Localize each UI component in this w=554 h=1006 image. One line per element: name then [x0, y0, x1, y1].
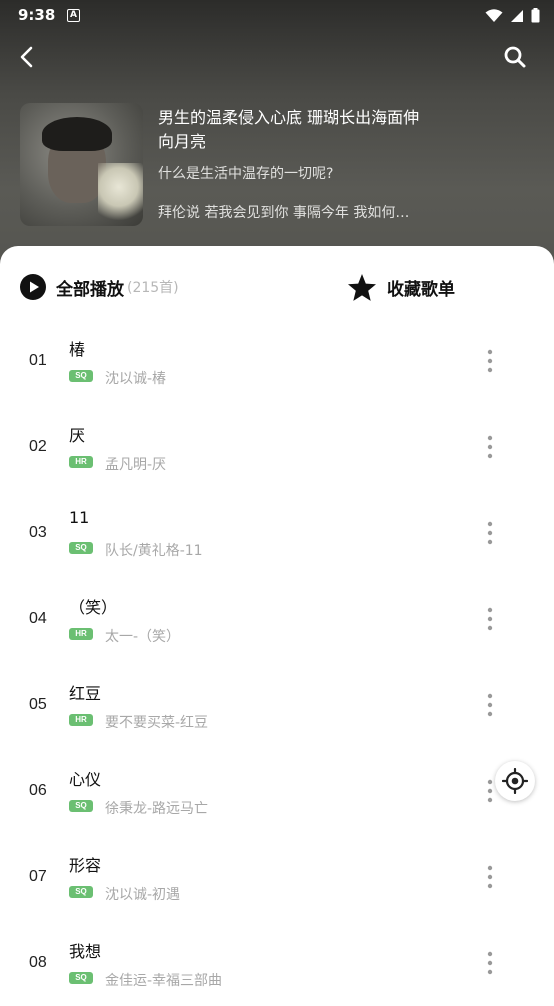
song-artist: 孟凡明-厌: [105, 457, 167, 473]
playlist-subtitle: 什么是生活中温存的一切呢?: [158, 166, 334, 182]
song-title: 我想: [69, 942, 102, 961]
collect-playlist-button[interactable]: 收藏歌单: [347, 272, 455, 302]
song-number: 07: [29, 868, 47, 885]
song-artist: 沈以诚-椿: [105, 371, 167, 387]
quality-badge: HR: [69, 714, 93, 726]
quality-badge: SQ: [69, 542, 93, 554]
quality-badge: SQ: [69, 800, 93, 812]
song-number: 02: [29, 438, 47, 455]
more-options-icon[interactable]: [482, 348, 498, 374]
battery-icon: [531, 8, 540, 23]
more-options-icon[interactable]: [482, 606, 498, 632]
song-title: 椿: [69, 340, 86, 359]
song-row[interactable]: 06 心仪 SQ 徐秉龙-路远马亡: [0, 748, 554, 834]
back-icon: [20, 46, 33, 68]
song-number: 05: [29, 696, 47, 713]
status-indicator: A: [67, 9, 80, 22]
play-all-button[interactable]: 全部播放 (215首): [20, 273, 179, 301]
song-row[interactable]: 02 厌 HR 孟凡明-厌: [0, 404, 554, 490]
song-artist: 徐秉龙-路远马亡: [105, 801, 209, 817]
song-artist: 金佳运-幸福三部曲: [105, 973, 223, 989]
more-options-icon[interactable]: [482, 520, 498, 546]
song-number: 06: [29, 782, 47, 799]
song-artist: 沈以诚-初遇: [105, 887, 181, 903]
more-options-icon[interactable]: [482, 434, 498, 460]
more-options-icon[interactable]: [482, 692, 498, 718]
more-options-icon[interactable]: [482, 950, 498, 976]
quality-badge: SQ: [69, 370, 93, 382]
back-button[interactable]: [14, 44, 40, 70]
song-row[interactable]: 07 形容 SQ 沈以诚-初遇: [0, 834, 554, 920]
playlist-cover[interactable]: [20, 103, 143, 226]
play-circle-icon: [20, 274, 46, 300]
more-options-icon[interactable]: [482, 864, 498, 890]
song-title: 红豆: [69, 684, 102, 703]
search-icon: [504, 46, 526, 68]
quality-badge: SQ: [69, 886, 93, 898]
song-row[interactable]: 08 我想 SQ 金佳运-幸福三部曲: [0, 920, 554, 1006]
song-row[interactable]: 04 （笑） HR 太一-（笑）: [0, 576, 554, 662]
locate-current-song-button[interactable]: [495, 761, 535, 801]
collect-label: 收藏歌单: [387, 279, 455, 300]
cover-figure-hair: [42, 117, 112, 151]
locate-icon: [502, 768, 528, 794]
cover-flowers: [98, 163, 143, 223]
play-all-label: 全部播放: [56, 279, 124, 300]
status-bar: 9:38 A: [0, 0, 554, 30]
song-number: 01: [29, 352, 47, 369]
song-title: 形容: [69, 856, 102, 875]
status-time: 9:38: [18, 6, 56, 24]
song-count: (215首): [127, 280, 179, 296]
song-artist: 要不要买菜-红豆: [105, 715, 209, 731]
song-title: （笑）: [69, 598, 118, 617]
song-list: 01 椿 SQ 沈以诚-椿 02 厌 HR 孟凡明-厌 03 11 SQ 队长/…: [0, 318, 554, 1006]
quality-badge: HR: [69, 456, 93, 468]
song-number: 08: [29, 954, 47, 971]
status-icons: [483, 6, 540, 24]
song-title: 厌: [69, 426, 86, 445]
playlist-description[interactable]: 拜伦说 若我会见到你 事隔今年 我如何…: [158, 202, 438, 222]
search-button[interactable]: [502, 44, 528, 70]
song-artist: 队长/黄礼格-11: [105, 543, 203, 559]
playlist-title: 男生的温柔侵入心底 珊瑚长出海面伸向月亮: [158, 108, 420, 151]
quality-badge: SQ: [69, 972, 93, 984]
song-number: 04: [29, 610, 47, 627]
song-row[interactable]: 01 椿 SQ 沈以诚-椿: [0, 318, 554, 404]
song-row[interactable]: 05 红豆 HR 要不要买菜-红豆: [0, 662, 554, 748]
quality-badge: HR: [69, 628, 93, 640]
song-title: 11: [69, 508, 90, 527]
song-number: 03: [29, 524, 47, 541]
song-row[interactable]: 03 11 SQ 队长/黄礼格-11: [0, 490, 554, 576]
signal-icon: [511, 9, 524, 22]
star-icon: [348, 273, 376, 301]
song-artist: 太一-（笑）: [105, 629, 181, 645]
wifi-icon: [485, 8, 503, 22]
song-title: 心仪: [69, 770, 102, 789]
